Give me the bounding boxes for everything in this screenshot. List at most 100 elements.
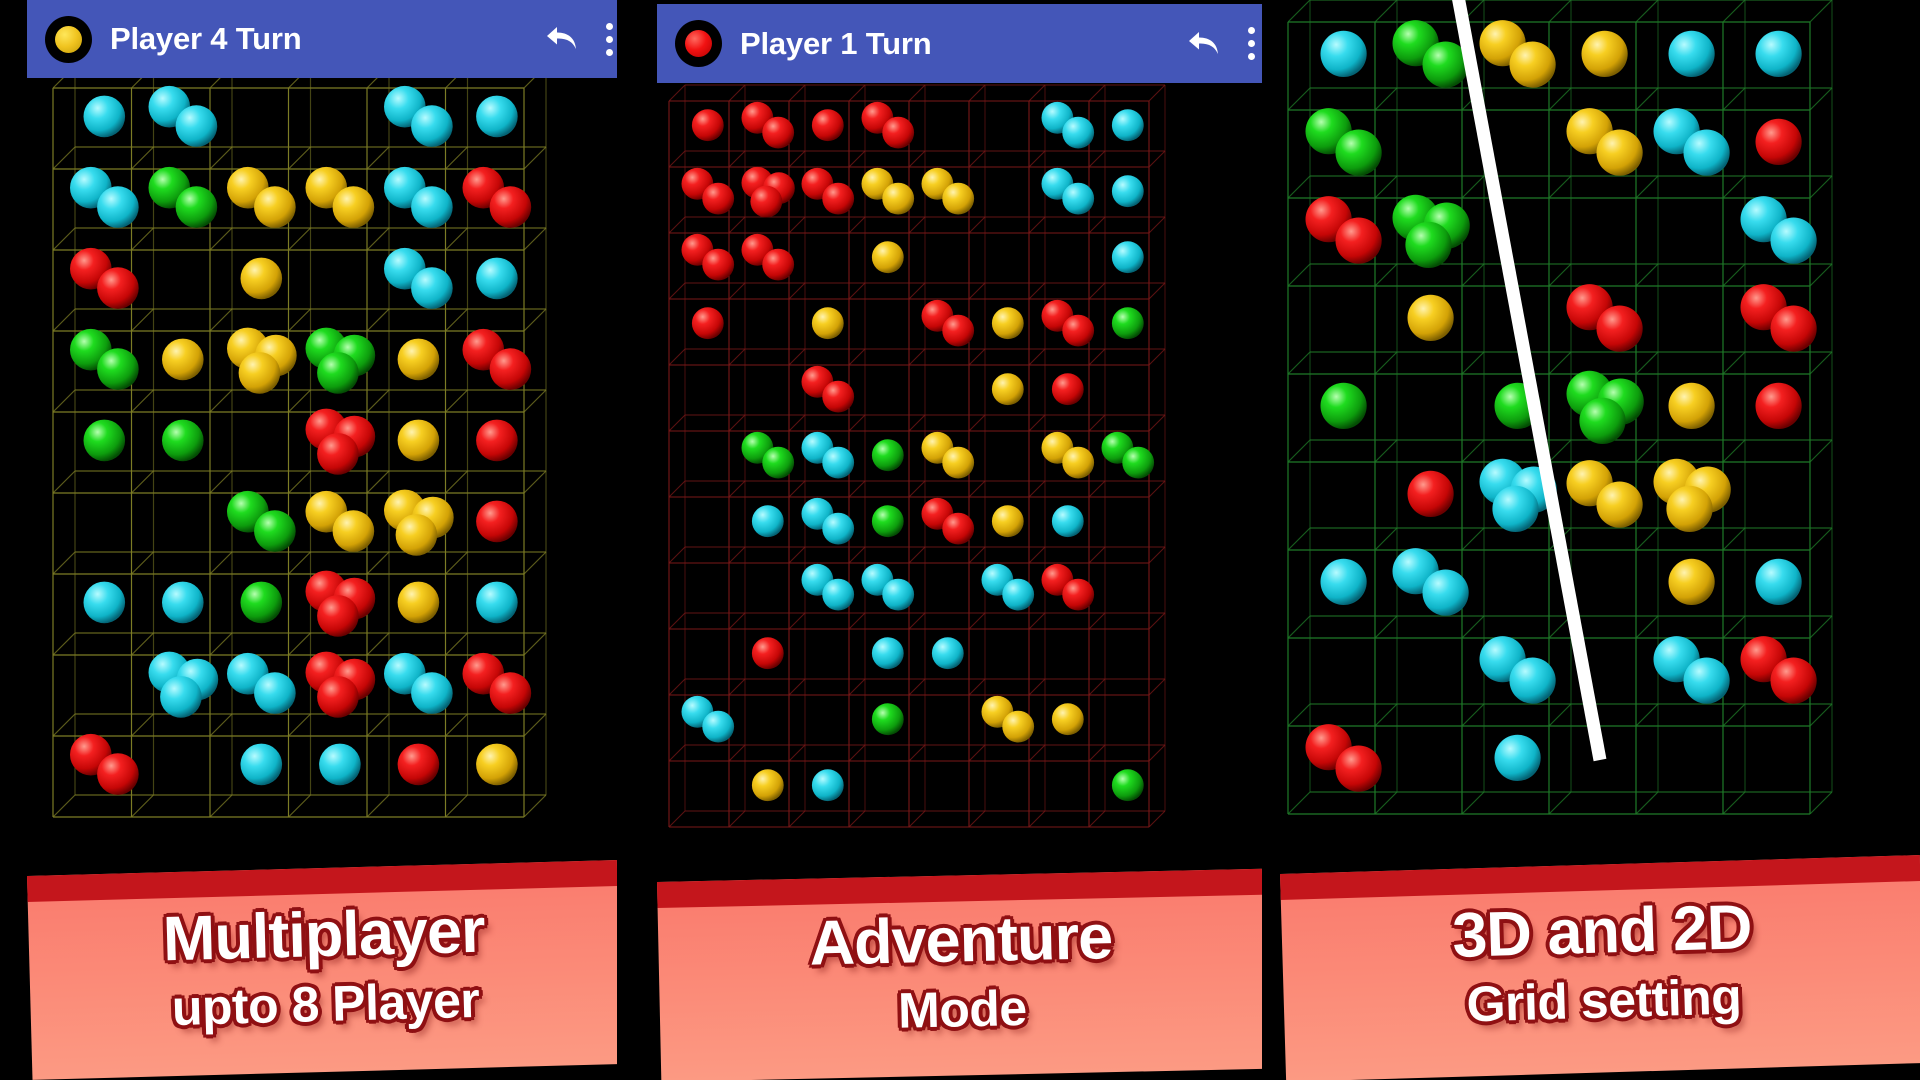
undo-icon[interactable]: [541, 22, 581, 56]
orb-cyan: [822, 578, 855, 611]
orb-cyan: [411, 105, 453, 147]
orb-yellow: [395, 514, 438, 556]
orb-yellow: [1668, 382, 1715, 429]
banner-text: Multiplayer upto 8 Player: [28, 896, 617, 1037]
orb-cyan: [1509, 657, 1556, 704]
app-bar: Player 4 Turn: [27, 0, 617, 78]
overflow-menu-icon[interactable]: [605, 22, 613, 56]
orb-green: [1579, 397, 1626, 444]
game-board-3d[interactable]: [27, 78, 617, 958]
orb-cyan: [83, 95, 126, 138]
orb-green: [317, 352, 359, 394]
undo-icon[interactable]: [1183, 27, 1223, 61]
orb-cyan: [751, 505, 784, 538]
orb-yellow: [942, 446, 975, 479]
orb-green: [871, 439, 904, 472]
orb-green: [1122, 446, 1155, 479]
orb-red: [489, 348, 532, 390]
orb-yellow: [1051, 703, 1084, 736]
orb-green: [871, 703, 904, 736]
banner-line-2: upto 8 Player: [171, 971, 481, 1037]
orb-green: [871, 505, 904, 538]
orb-yellow: [1668, 558, 1715, 606]
banner-line-1: Adventure: [808, 902, 1113, 979]
orb-yellow: [162, 338, 204, 381]
app-bar-actions: [541, 22, 613, 56]
orb-cyan: [1062, 116, 1095, 149]
orb-cyan: [1002, 578, 1035, 611]
orb-yellow: [238, 352, 281, 394]
orb-yellow: [1407, 294, 1454, 341]
banner-text: 3D and 2D Grid setting: [1281, 891, 1920, 1035]
orb-red: [489, 186, 532, 228]
overflow-menu-icon[interactable]: [1247, 27, 1255, 60]
orb-yellow: [1062, 446, 1095, 479]
orb-red: [751, 637, 784, 670]
orb-cyan: [1683, 657, 1730, 704]
orb-red: [317, 676, 359, 718]
orb-yellow: [991, 373, 1024, 406]
orb-red: [476, 500, 518, 543]
orb-red: [1407, 470, 1454, 517]
orb-green: [83, 419, 126, 462]
orb-red: [1596, 305, 1643, 352]
orb-yellow: [1581, 30, 1628, 77]
orb-cyan: [476, 257, 518, 300]
orb-cyan: [476, 581, 518, 624]
game-board-3d[interactable]: [1280, 0, 1920, 900]
orb-red: [822, 182, 855, 215]
promo-panel-multiplayer: Player 4 Turn Multiplayer upto 8 Player: [27, 0, 617, 1080]
game-board-3d[interactable]: [657, 83, 1262, 963]
banner-line-2: Mode: [897, 979, 1028, 1039]
orb-cyan: [175, 105, 218, 147]
orb-cyan: [1492, 485, 1539, 532]
orb-cyan: [411, 186, 453, 228]
orb-yellow: [991, 307, 1024, 340]
orb-yellow: [1596, 129, 1643, 176]
orb-red: [691, 109, 724, 142]
orb-yellow: [332, 186, 375, 228]
orb-red: [942, 314, 975, 347]
orb-red: [397, 743, 440, 786]
orb-cyan: [871, 637, 904, 670]
orb-green: [240, 581, 283, 624]
orb-cyan: [882, 578, 915, 611]
orb-green: [162, 419, 204, 462]
orb-red: [1770, 657, 1817, 704]
orb-green: [762, 446, 795, 479]
orb-green: [1111, 769, 1144, 802]
orb-yellow: [1002, 710, 1035, 743]
banner-line-1: Multiplayer: [162, 895, 486, 975]
orb-cyan: [1422, 569, 1469, 616]
orb-red: [1770, 305, 1817, 352]
orb-cyan: [1320, 558, 1367, 606]
orb-red: [1062, 578, 1095, 611]
orb-cyan: [411, 267, 453, 309]
orb-red: [702, 248, 735, 281]
orb-green: [1111, 307, 1144, 340]
orb-cyan: [1755, 30, 1802, 77]
orb-cyan: [319, 743, 361, 786]
orb-cyan: [160, 676, 202, 718]
orb-red: [882, 116, 915, 149]
orb-cyan: [1062, 182, 1095, 215]
orb-red: [317, 595, 359, 637]
orb-yellow: [1666, 485, 1713, 532]
orb-red: [762, 248, 795, 281]
orb-red: [1062, 314, 1095, 347]
orb-yellow: [1596, 481, 1643, 528]
orb-red: [1755, 118, 1802, 165]
orb-cyan: [1770, 217, 1817, 264]
orb-red: [97, 267, 139, 309]
banner-text: Adventure Mode: [658, 902, 1262, 1041]
orb-yellow: [332, 510, 375, 552]
promo-banner: Adventure Mode: [657, 868, 1262, 1080]
orb-yellow: [397, 581, 440, 624]
orb-red: [489, 672, 532, 714]
orb-cyan: [254, 672, 296, 714]
orb-red: [476, 419, 518, 462]
promo-panel-grid-setting: 3D and 2D Grid setting: [1280, 0, 1920, 1080]
orb-cyan: [162, 581, 204, 624]
orb-green: [1320, 382, 1367, 429]
orb-cyan: [1494, 734, 1541, 782]
